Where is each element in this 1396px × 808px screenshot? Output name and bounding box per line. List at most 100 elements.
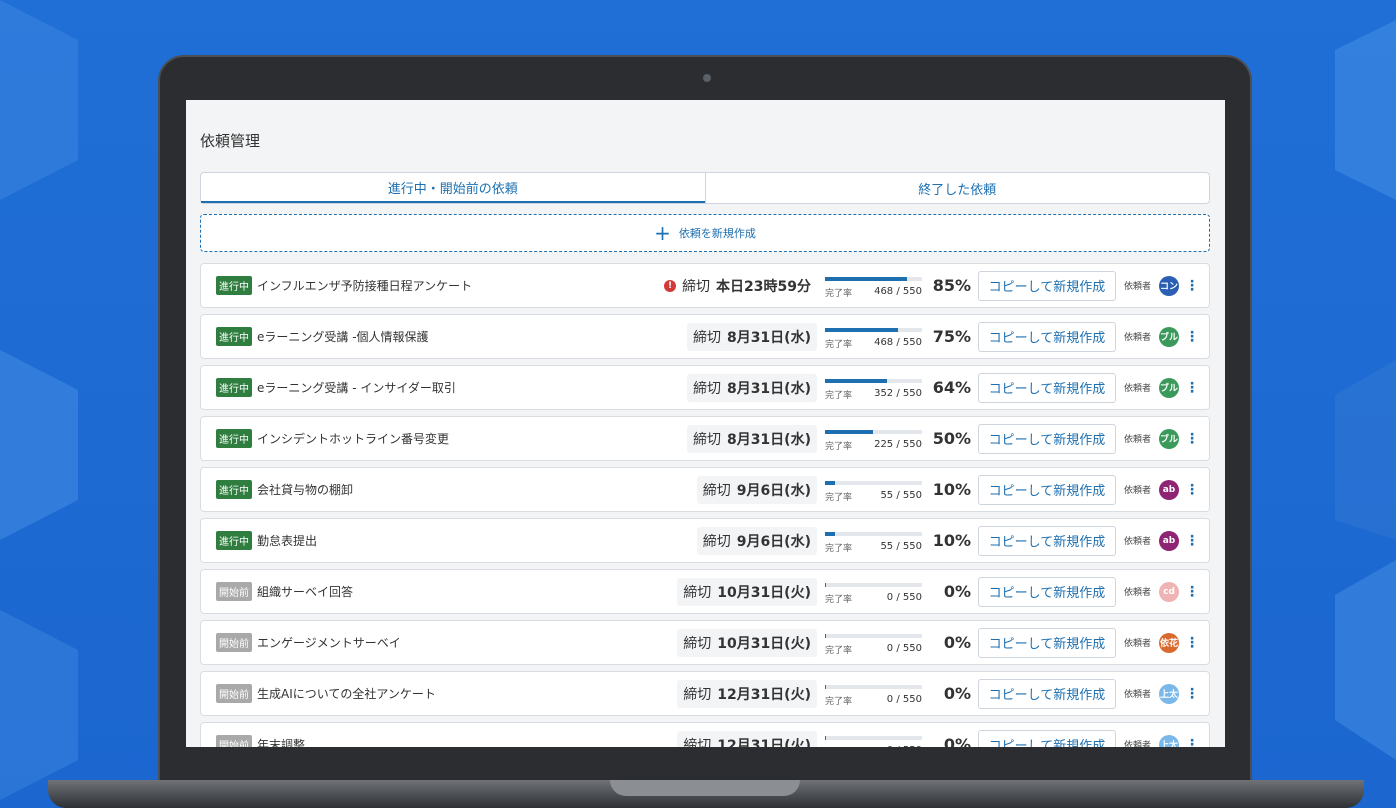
progress-fill <box>824 582 826 587</box>
progress-percent: 0% <box>943 633 971 652</box>
request-name[interactable]: 会社貸与物の棚卸 <box>257 481 697 498</box>
status-badge: 進行中 <box>216 378 252 397</box>
progress-label: 完了率 <box>824 696 852 707</box>
request-row[interactable]: 開始前 組織サーベイ回答 締切 10月31日(火) 完了率 0 / 550 0%… <box>200 569 1210 614</box>
deadline: 締切 9月6日(水) <box>696 526 817 555</box>
progress-bar: 完了率 468 / 550 <box>824 324 925 350</box>
deadline-date: 8月31日(水) <box>726 329 811 346</box>
requester-label: 依頼者 <box>1123 486 1151 496</box>
request-row[interactable]: 開始前 年末調整 締切 12月31日(火) 完了率 0 / 550 0% コピー… <box>200 722 1210 747</box>
request-row[interactable]: 進行中 勤怠表提出 締切 9月6日(水) 完了率 55 / 550 10% コピ… <box>200 518 1210 563</box>
avatar[interactable]: コン <box>1159 275 1179 296</box>
request-name[interactable]: eラーニング受講 - インサイダー取引 <box>257 379 687 396</box>
request-name[interactable]: 組織サーベイ回答 <box>257 583 677 600</box>
request-name[interactable]: 生成AIについての全社アンケート <box>257 685 677 702</box>
tab-bar: 進行中・開始前の依頼 終了した依頼 <box>200 172 1210 204</box>
requester-label: 依頼者 <box>1123 639 1151 649</box>
progress-track <box>824 276 922 281</box>
copy-new-button[interactable]: コピーして新規作成 <box>977 729 1116 747</box>
requester-label: 依頼者 <box>1123 690 1151 700</box>
requester-label: 依頼者 <box>1123 282 1151 292</box>
more-vertical-icon[interactable]: ⋮ <box>1185 533 1199 549</box>
more-vertical-icon[interactable]: ⋮ <box>1185 737 1199 748</box>
progress-fill <box>824 276 908 281</box>
deadline-prefix: 締切 <box>683 584 712 601</box>
copy-new-button[interactable]: コピーして新規作成 <box>977 474 1116 505</box>
copy-new-button[interactable]: コピーして新規作成 <box>977 423 1116 454</box>
progress-track <box>824 378 922 383</box>
progress-label: 完了率 <box>824 594 852 605</box>
progress-percent: 0% <box>943 735 971 747</box>
request-row[interactable]: 進行中 eラーニング受講 - インサイダー取引 締切 8月31日(水) 完了率 … <box>200 365 1210 410</box>
avatar[interactable]: ブル <box>1159 428 1179 449</box>
copy-new-button[interactable]: コピーして新規作成 <box>977 525 1116 556</box>
deadline-prefix: 締切 <box>692 329 721 346</box>
request-name[interactable]: エンゲージメントサーベイ <box>257 634 677 651</box>
more-vertical-icon[interactable]: ⋮ <box>1185 431 1199 447</box>
avatar[interactable]: 上太 <box>1159 683 1179 704</box>
request-name[interactable]: インシデントホットライン番号変更 <box>257 430 687 447</box>
progress-count: 0 / 550 <box>886 642 922 654</box>
request-name[interactable]: 年末調整 <box>257 736 677 747</box>
progress-percent: 10% <box>932 480 971 499</box>
progress-bar: 完了率 468 / 550 <box>824 273 925 299</box>
copy-new-button[interactable]: コピーして新規作成 <box>977 372 1116 403</box>
status-badge: 開始前 <box>216 633 252 652</box>
request-row[interactable]: 進行中 会社貸与物の棚卸 締切 9月6日(水) 完了率 55 / 550 10%… <box>200 467 1210 512</box>
status-badge: 進行中 <box>216 429 252 448</box>
new-request-button[interactable]: + 依頼を新規作成 <box>200 214 1210 252</box>
avatar[interactable]: ブル <box>1159 377 1179 398</box>
request-row[interactable]: 進行中 インフルエンザ予防接種日程アンケート ! 締切 本日23時59分 完了率… <box>200 263 1210 308</box>
tab-active-requests[interactable]: 進行中・開始前の依頼 <box>201 173 705 203</box>
progress-count: 0 / 550 <box>886 693 922 705</box>
status-badge: 進行中 <box>216 531 252 550</box>
request-name[interactable]: 勤怠表提出 <box>257 532 697 549</box>
copy-new-button[interactable]: コピーして新規作成 <box>977 576 1116 607</box>
more-vertical-icon[interactable]: ⋮ <box>1185 584 1199 600</box>
request-list: 進行中 インフルエンザ予防接種日程アンケート ! 締切 本日23時59分 完了率… <box>200 263 1210 747</box>
deadline-date: 9月6日(水) <box>736 533 811 550</box>
progress-fill <box>824 378 888 383</box>
more-vertical-icon[interactable]: ⋮ <box>1185 380 1199 396</box>
deadline-prefix: 締切 <box>683 737 712 748</box>
progress-bar: 完了率 0 / 550 <box>824 630 925 656</box>
tab-finished-requests[interactable]: 終了した依頼 <box>704 173 1210 203</box>
request-name[interactable]: インフルエンザ予防接種日程アンケート <box>257 277 658 294</box>
more-vertical-icon[interactable]: ⋮ <box>1185 278 1199 294</box>
request-row[interactable]: 開始前 生成AIについての全社アンケート 締切 12月31日(火) 完了率 0 … <box>200 671 1210 716</box>
progress-percent: 75% <box>932 327 971 346</box>
status-badge: 開始前 <box>216 684 252 703</box>
request-row[interactable]: 進行中 eラーニング受講 -個人情報保護 締切 8月31日(水) 完了率 468… <box>200 314 1210 359</box>
more-vertical-icon[interactable]: ⋮ <box>1185 329 1199 345</box>
request-row[interactable]: 開始前 エンゲージメントサーベイ 締切 10月31日(火) 完了率 0 / 55… <box>200 620 1210 665</box>
more-vertical-icon[interactable]: ⋮ <box>1185 686 1199 702</box>
avatar[interactable]: ブル <box>1159 326 1179 347</box>
deadline-prefix: 締切 <box>683 686 712 703</box>
deadline: 締切 9月6日(水) <box>696 475 817 504</box>
progress-bar: 完了率 225 / 550 <box>824 426 925 452</box>
progress-percent: 64% <box>932 378 971 397</box>
more-vertical-icon[interactable]: ⋮ <box>1185 635 1199 651</box>
more-vertical-icon[interactable]: ⋮ <box>1185 482 1199 498</box>
request-name[interactable]: eラーニング受講 -個人情報保護 <box>257 328 687 345</box>
copy-new-button[interactable]: コピーして新規作成 <box>977 270 1116 301</box>
requester-label: 依頼者 <box>1123 537 1151 547</box>
requester-label: 依頼者 <box>1123 333 1151 343</box>
progress-track <box>824 633 922 638</box>
deadline: 締切 10月31日(火) <box>677 577 817 606</box>
avatar[interactable]: ab <box>1159 530 1179 551</box>
copy-new-button[interactable]: コピーして新規作成 <box>977 321 1116 352</box>
avatar[interactable]: cd <box>1159 581 1179 602</box>
progress-bar: 完了率 0 / 550 <box>824 579 925 605</box>
avatar[interactable]: 依花 <box>1159 632 1179 653</box>
deadline: ! 締切 本日23時59分 <box>658 272 817 300</box>
request-row[interactable]: 進行中 インシデントホットライン番号変更 締切 8月31日(水) 完了率 225… <box>200 416 1210 461</box>
copy-new-button[interactable]: コピーして新規作成 <box>977 678 1116 709</box>
progress-count: 468 / 550 <box>874 336 922 348</box>
progress-percent: 10% <box>932 531 971 550</box>
progress-bar: 完了率 352 / 550 <box>824 375 925 401</box>
avatar[interactable]: ab <box>1159 479 1179 500</box>
avatar[interactable]: 上太 <box>1159 734 1179 747</box>
progress-count: 0 / 550 <box>887 745 922 748</box>
copy-new-button[interactable]: コピーして新規作成 <box>977 627 1116 658</box>
